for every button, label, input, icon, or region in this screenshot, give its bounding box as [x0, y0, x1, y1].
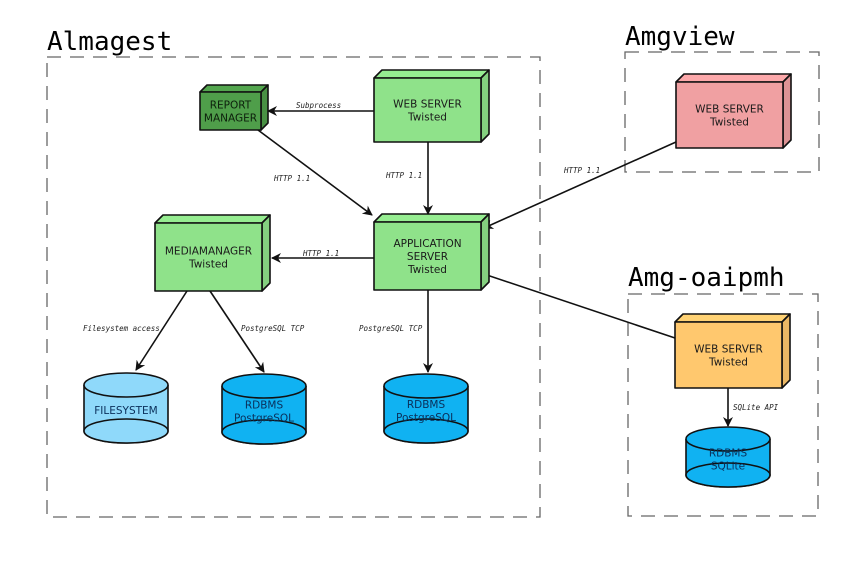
edge-web-to-report: Subprocess: [267, 101, 374, 116]
node-label: RDBMS: [709, 448, 748, 460]
node-label: WEB SERVER: [695, 104, 764, 116]
box-top-face: [373, 213, 490, 223]
edge-report-to-app: HTTP 1.1: [257, 129, 373, 216]
cylinder-top: [221, 373, 307, 399]
group-title: Almagest: [47, 27, 172, 57]
node-label: Twisted: [407, 112, 447, 124]
edge-label: SQLite API: [733, 403, 779, 412]
node-pg2: RDBMSPostgreSQL: [383, 373, 469, 444]
box-top-face: [675, 73, 792, 83]
node-web: WEB SERVERTwisted: [373, 69, 490, 143]
cylinder-top: [83, 372, 169, 398]
node-report: REPORTMANAGER: [199, 84, 269, 131]
edge-web-to-app: HTTP 1.1: [385, 142, 433, 215]
cylinder-bottom-rim: [83, 418, 169, 444]
node-label: MANAGER: [204, 113, 257, 125]
node-label: REPORT: [210, 100, 252, 112]
node-viewweb: WEB SERVERTwisted: [675, 73, 792, 149]
node-label: SQLite: [711, 461, 745, 473]
node-label: SERVER: [407, 251, 448, 263]
edge-label: HTTP 1.1: [563, 166, 600, 175]
edge-label: HTTP 1.1: [302, 249, 339, 258]
group-title: Amg-oaipmh: [628, 263, 785, 293]
box-top-face: [373, 69, 490, 79]
architecture-diagram: Almagest Amgview Amg-oaipmh Subprocess HTTP…: [46, 22, 820, 518]
edge-app-to-pg2: PostgreSQL TCP: [359, 290, 433, 373]
edge-label: PostgreSQL TCP: [359, 324, 423, 333]
node-fs: FILESYSTEM: [83, 372, 169, 444]
node-label: FILESYSTEM: [94, 405, 157, 417]
edge-media-to-fs: Filesystem access: [83, 290, 188, 371]
node-sqlite: RDBMSSQLite: [685, 426, 771, 488]
node-label: APPLICATION: [393, 238, 461, 250]
edge-viewweb-to-app: HTTP 1.1: [483, 141, 677, 229]
edge-label: HTTP 1.1: [385, 171, 422, 180]
cylinder-top: [383, 373, 469, 399]
node-label: RDBMS: [407, 399, 446, 411]
node-pg1: RDBMSPostgreSQL: [221, 373, 307, 445]
node-label: WEB SERVER: [393, 99, 462, 111]
box-top-face: [674, 313, 791, 323]
node-label: Twisted: [708, 357, 748, 369]
edge-app-to-media: HTTP 1.1: [271, 249, 374, 263]
node-app: APPLICATIONSERVERTwisted: [373, 213, 490, 291]
edge-oaiweb-to-sqlite: SQLite API: [723, 388, 779, 427]
arrow-line: [483, 141, 677, 229]
node-oaiweb: WEB SERVERTwisted: [674, 313, 791, 389]
node-label: Twisted: [407, 264, 447, 276]
box-top-face: [154, 214, 271, 224]
edge-label: HTTP 1.1: [273, 174, 310, 183]
edge-label: Filesystem access: [83, 324, 160, 333]
arrow-line: [257, 129, 373, 216]
node-label: RDBMS: [245, 400, 284, 412]
node-label: PostgreSQL: [234, 413, 294, 425]
group-title: Amgview: [625, 22, 735, 52]
edge-label: Subprocess: [296, 101, 341, 110]
box-side-face: [782, 73, 792, 149]
node-label: Twisted: [188, 259, 228, 271]
node-media: MEDIAMANAGERTwisted: [154, 214, 271, 292]
edge-media-to-pg1: PostgreSQL TCP: [209, 290, 305, 373]
box-side-face: [480, 69, 490, 143]
node-label: MEDIAMANAGER: [165, 246, 252, 258]
node-label: Twisted: [709, 117, 749, 129]
box-side-face: [260, 84, 269, 131]
node-label: PostgreSQL: [396, 412, 456, 424]
box-side-face: [480, 213, 490, 291]
box-top-face: [199, 84, 269, 93]
box-side-face: [781, 313, 791, 389]
box-side-face: [261, 214, 271, 292]
node-label: WEB SERVER: [694, 344, 763, 356]
edge-label: PostgreSQL TCP: [241, 324, 305, 333]
